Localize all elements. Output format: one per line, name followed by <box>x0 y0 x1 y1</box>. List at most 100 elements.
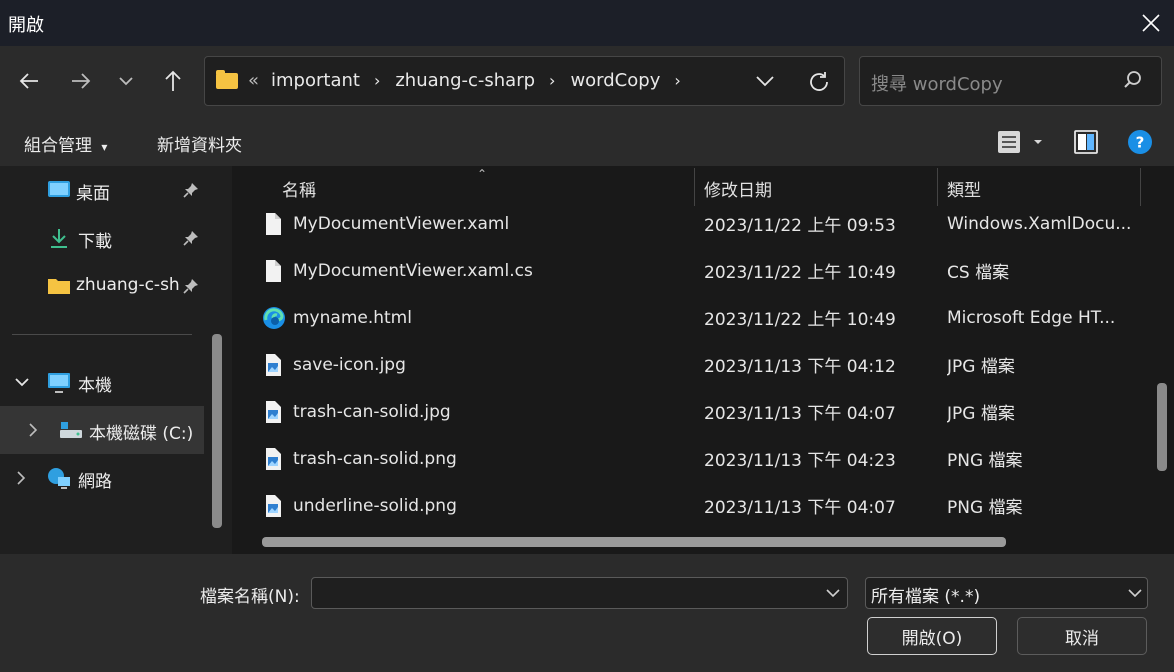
filename-label: 檔案名稱(N): <box>200 587 300 607</box>
file-type: PNG 檔案 <box>947 498 1023 518</box>
help-icon[interactable]: ? <box>1128 130 1152 159</box>
close-icon[interactable] <box>1136 8 1166 38</box>
chevron-down-icon[interactable] <box>826 589 840 598</box>
breadcrumb-item-wordcopy[interactable]: wordCopy <box>570 70 660 91</box>
breadcrumb-chevron-icon[interactable]: › <box>374 71 380 90</box>
nav-item-label: 本機磁碟 (C:) <box>89 424 194 444</box>
image-file-icon <box>266 354 281 376</box>
filetype-selected-value: 所有檔案 (*.*) <box>871 587 981 607</box>
download-icon <box>51 229 67 248</box>
edge-icon <box>263 307 285 329</box>
column-header-name[interactable]: 名稱 <box>282 176 316 201</box>
preview-pane-icon[interactable] <box>1074 130 1098 159</box>
breadcrumb-item-zhuang-c-sharp[interactable]: zhuang-c-sharp <box>395 70 535 91</box>
window-title: 開啟 <box>8 15 44 36</box>
file-name: MyDocumentViewer.xaml.cs <box>293 260 533 281</box>
pin-icon[interactable] <box>183 182 199 198</box>
sort-ascending-icon: ⌃ <box>477 167 488 181</box>
file-list-vertical-scrollbar[interactable] <box>1157 383 1167 471</box>
file-name: MyDocumentViewer.xaml <box>293 213 510 234</box>
file-date: 2023/11/13 下午 04:07 <box>704 498 896 518</box>
breadcrumb-chevron-icon[interactable]: › <box>674 71 680 90</box>
file-type: JPG 檔案 <box>947 404 1015 424</box>
chevron-down-icon[interactable] <box>1128 589 1142 598</box>
column-header-date[interactable]: 修改日期 <box>704 176 772 201</box>
expanded-chevron-icon[interactable] <box>15 377 29 387</box>
open-button[interactable]: 開啟(O) <box>867 617 997 655</box>
file-row[interactable]: trash-can-solid.jpg 2023/11/13 下午 04:07 … <box>262 388 1142 435</box>
file-date: 2023/11/22 上午 10:49 <box>704 263 896 283</box>
breadcrumb-chevron-icon[interactable]: › <box>549 71 555 90</box>
dropdown-caret-icon: ▾ <box>101 140 108 154</box>
forward-arrow-icon[interactable] <box>66 66 96 96</box>
address-history-chevron-icon[interactable] <box>755 72 775 92</box>
view-options-icon[interactable] <box>997 130 1047 159</box>
computer-icon <box>48 373 70 393</box>
pin-icon[interactable] <box>183 278 199 294</box>
nav-item-label: 下載 <box>78 232 112 252</box>
file-row[interactable]: trash-can-solid.png 2023/11/13 下午 04:23 … <box>262 435 1142 482</box>
network-icon <box>48 468 70 489</box>
nav-item-network[interactable]: 網路 <box>0 454 204 502</box>
file-icon <box>266 260 281 282</box>
file-date: 2023/11/13 下午 04:12 <box>704 357 896 377</box>
column-header-type[interactable]: 類型 <box>947 176 981 201</box>
file-name: underline-solid.png <box>293 495 457 516</box>
search-placeholder: 搜尋 wordCopy <box>871 74 1003 95</box>
file-name: myname.html <box>293 307 412 328</box>
recent-locations-chevron-icon[interactable] <box>111 66 141 96</box>
file-name: save-icon.jpg <box>293 354 406 375</box>
new-folder-button[interactable]: 新增資料夾 <box>157 131 242 156</box>
back-arrow-icon[interactable] <box>14 66 44 96</box>
nav-item-label: 網路 <box>78 472 112 492</box>
up-arrow-icon[interactable] <box>158 66 188 96</box>
file-date: 2023/11/13 下午 04:07 <box>704 404 896 424</box>
file-type: JPG 檔案 <box>947 357 1015 377</box>
desktop-icon <box>48 181 70 197</box>
nav-item-desktop[interactable]: 桌面 <box>0 166 204 214</box>
image-file-icon <box>266 401 281 423</box>
nav-item-label: 桌面 <box>76 184 110 204</box>
folder-icon <box>216 69 238 89</box>
file-row[interactable]: myname.html 2023/11/22 上午 10:49 Microsof… <box>262 294 1142 341</box>
drive-icon <box>60 422 82 438</box>
file-type: Windows.XamlDocu... <box>947 213 1132 234</box>
file-date: 2023/11/22 上午 10:49 <box>704 310 896 330</box>
organize-menu-button[interactable]: 組合管理 ▾ <box>24 131 107 156</box>
file-type: PNG 檔案 <box>947 451 1023 471</box>
svg-text:?: ? <box>1136 134 1145 152</box>
nav-item-label: zhuang-c-sh <box>76 275 180 295</box>
dialog-footer <box>0 554 1174 672</box>
search-icon[interactable] <box>1122 69 1144 91</box>
file-name: trash-can-solid.png <box>293 448 457 469</box>
nav-pane-scrollbar[interactable] <box>212 334 222 528</box>
organize-label: 組合管理 <box>24 136 92 156</box>
file-type: CS 檔案 <box>947 263 1010 283</box>
file-type: Microsoft Edge HT... <box>947 307 1116 328</box>
file-row[interactable]: save-icon.jpg 2023/11/13 下午 04:12 JPG 檔案 <box>262 341 1142 388</box>
file-name: trash-can-solid.jpg <box>293 401 451 422</box>
image-file-icon <box>266 495 281 517</box>
file-date: 2023/11/13 下午 04:23 <box>704 451 896 471</box>
file-list-horizontal-scrollbar[interactable] <box>262 537 1006 547</box>
nav-item-this-pc[interactable]: 本機 <box>0 358 204 406</box>
cancel-button[interactable]: 取消 <box>1017 617 1147 655</box>
breadcrumb: « important › zhuang-c-sharp › wordCopy … <box>216 69 696 91</box>
nav-item-downloads[interactable]: 下載 <box>0 214 204 262</box>
folder-icon <box>48 279 70 294</box>
nav-item-local-disk-c[interactable]: 本機磁碟 (C:) <box>0 406 204 454</box>
breadcrumb-overflow[interactable]: « <box>248 70 259 91</box>
collapsed-chevron-icon[interactable] <box>28 423 38 437</box>
file-row[interactable]: underline-solid.png 2023/11/13 下午 04:07 … <box>262 482 1142 529</box>
file-row[interactable]: MyDocumentViewer.xaml 2023/11/22 上午 09:5… <box>262 200 1142 247</box>
refresh-icon[interactable] <box>807 70 831 99</box>
nav-item-zhuang-c-sharp[interactable]: zhuang-c-sh <box>0 262 204 310</box>
nav-divider <box>12 334 192 335</box>
file-row[interactable]: MyDocumentViewer.xaml.cs 2023/11/22 上午 1… <box>262 247 1142 294</box>
file-icon <box>266 213 281 235</box>
filename-input[interactable] <box>311 577 848 609</box>
file-date: 2023/11/22 上午 09:53 <box>704 216 896 236</box>
pin-icon[interactable] <box>183 230 199 246</box>
breadcrumb-item-important[interactable]: important <box>271 70 360 91</box>
collapsed-chevron-icon[interactable] <box>16 471 26 485</box>
